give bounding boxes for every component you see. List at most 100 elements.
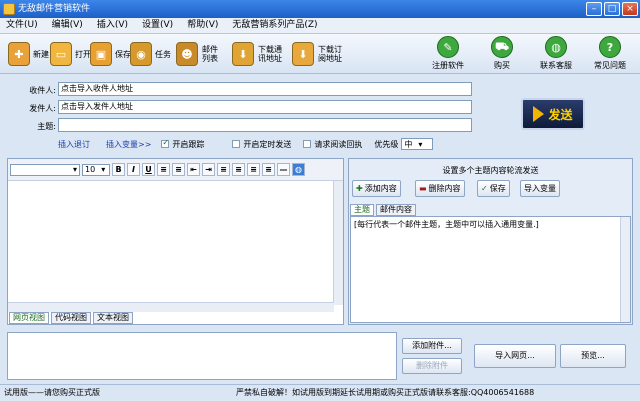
recipient-label: 收件人: (29, 86, 56, 95)
delete-attachment-button[interactable]: 删除附件 (402, 358, 462, 374)
options-row: 插入退订 插入变量>> 开启跟踪 开启定时发送 请求阅读回执 优先级 中 ▾ (58, 138, 434, 150)
tracking-checkbox[interactable] (161, 138, 170, 148)
delete-content-button[interactable]: ▬ 删除内容 (415, 180, 465, 197)
read-receipt-checkbox[interactable] (303, 140, 312, 148)
toolbar: ✚ 新建 ▭ 打开 ▣ 保存 ◉ 任务 ☻ 邮件列表 ⬇ 下载通讯地址 ⬇ 下载… (0, 34, 640, 74)
app-icon (3, 3, 15, 15)
tab-web-view[interactable]: 网页视图 (9, 312, 49, 324)
subject-field[interactable] (58, 118, 472, 132)
toolbar-label: 下载通讯地址 (258, 45, 282, 63)
toolbar-contact-button[interactable]: ◍ 联系客服 (528, 36, 584, 71)
tab-text-view[interactable]: 文本视图 (93, 312, 133, 324)
window-title: 无敌邮件营销软件 (18, 4, 91, 14)
justify-icon[interactable]: ≡ (262, 163, 275, 176)
editor-vertical-scrollbar[interactable] (333, 181, 343, 305)
add-attachment-button[interactable]: 添加附件... (402, 338, 462, 354)
minimize-button[interactable]: – (586, 2, 602, 16)
recipient-field[interactable]: 点击导入收件人地址 (58, 82, 472, 96)
toolbar-save-button[interactable]: ▣ 保存 (90, 38, 132, 70)
send-label: 发送 (548, 107, 573, 122)
font-size-value: 10 (85, 165, 96, 174)
insert-unsubscribe-link[interactable]: 插入退订 (58, 139, 90, 150)
tab-mail-content[interactable]: 邮件内容 (376, 204, 416, 216)
toolbar-new-button[interactable]: ✚ 新建 (8, 38, 50, 70)
priority-select[interactable]: 中 ▾ (401, 138, 434, 150)
timed-send-label: 开启定时发送 (243, 139, 292, 149)
globe-icon: ◍ (545, 36, 567, 58)
toolbar-label: 任务 (155, 49, 171, 59)
font-size-select[interactable]: 10 ▾ (82, 163, 110, 176)
tab-code-view[interactable]: 代码视图 (51, 312, 91, 324)
editor-horizontal-scrollbar[interactable] (8, 302, 334, 312)
toolbar-register-button[interactable]: ✎ 注册软件 (420, 36, 476, 71)
italic-icon[interactable]: I (127, 163, 140, 176)
html-editor: ▾ 10 ▾ B I U ≡ ≡ ⇤ ⇥ ≡ ≡ ≡ ≡ — ◍ 网页视图 代码视… (7, 158, 344, 325)
preview-button[interactable]: 预览... (560, 344, 626, 368)
status-license-text: 严禁私自破解！如试用版到期延长试用期或购买正式版请联系客服:QQ40065416… (236, 388, 535, 397)
ordered-list-icon[interactable]: ≡ (157, 163, 170, 176)
bold-icon[interactable]: B (112, 163, 125, 176)
sender-field[interactable]: 点击导入发件人地址 (58, 100, 472, 114)
save-icon: ▣ (90, 42, 112, 66)
editor-toolbar: ▾ 10 ▾ B I U ≡ ≡ ⇤ ⇥ ≡ ≡ ≡ ≡ — ◍ (8, 159, 343, 181)
toolbar-label: 注册软件 (432, 61, 464, 70)
menu-insert[interactable]: 插入(V) (97, 18, 128, 33)
panel-title: 设置多个主题内容轮流发送 (442, 166, 539, 175)
priority-value: 中 (404, 139, 413, 149)
toolbar-mail-list-button[interactable]: ☻ 邮件列表 (176, 38, 220, 70)
toolbar-faq-button[interactable]: ? 常见问题 (582, 36, 638, 71)
send-button[interactable]: 发送 (521, 98, 585, 130)
save-content-button[interactable]: ✓ 保存 (477, 180, 510, 197)
align-center-icon[interactable]: ≡ (232, 163, 245, 176)
timed-send-checkbox[interactable] (232, 140, 241, 148)
align-right-icon[interactable]: ≡ (247, 163, 260, 176)
add-content-label: 添加内容 (364, 184, 397, 193)
toolbar-task-button[interactable]: ◉ 任务 (130, 38, 172, 70)
toolbar-download-address-button[interactable]: ⬇ 下载通讯地址 (232, 38, 284, 70)
contacts-icon: ☻ (176, 42, 198, 66)
status-bar: 试用版——请您购买正式版 严禁私自破解！如试用版到期延长试用期或购买正式版请联系… (0, 384, 640, 401)
import-webpage-button[interactable]: 导入网页... (474, 344, 556, 368)
web-icon[interactable]: ◍ (292, 163, 305, 176)
toolbar-label: 购买 (494, 61, 510, 70)
folder-icon: ▭ (50, 42, 72, 66)
subject-label: 主题: (37, 122, 56, 131)
chevron-down-icon: ▾ (101, 165, 106, 174)
import-variable-button[interactable]: 导入变量 (520, 180, 560, 197)
font-family-select[interactable]: ▾ (10, 163, 80, 176)
close-button[interactable]: × (622, 2, 638, 16)
align-left-icon[interactable]: ≡ (217, 163, 230, 176)
toolbar-label: 下载订阅地址 (318, 45, 342, 63)
delete-content-label: 删除内容 (428, 184, 461, 193)
chevron-down-icon: ▾ (72, 165, 77, 174)
download-icon: ⬇ (232, 42, 254, 66)
tab-subject[interactable]: 主题 (350, 204, 374, 216)
menu-help[interactable]: 帮助(V) (187, 18, 218, 33)
menu-settings[interactable]: 设置(V) (142, 18, 173, 33)
toolbar-label: 邮件列表 (202, 45, 218, 63)
menu-products[interactable]: 无敌营销系列产品(Z) (232, 18, 317, 33)
subject-textarea[interactable]: [每行代表一个邮件主题，主题中可以插入通用变量.] (350, 216, 631, 323)
indent-icon[interactable]: ⇥ (202, 163, 215, 176)
insert-variable-link[interactable]: 插入变量>> (106, 139, 151, 150)
subject-hint-text: [每行代表一个邮件主题，主题中可以插入通用变量.] (354, 220, 539, 229)
unordered-list-icon[interactable]: ≡ (172, 163, 185, 176)
attachment-list[interactable] (7, 332, 397, 380)
toolbar-open-button[interactable]: ▭ 打开 (50, 38, 92, 70)
underline-icon[interactable]: U (142, 163, 155, 176)
menu-file[interactable]: 文件(U) (6, 18, 38, 33)
save-content-label: 保存 (489, 184, 506, 193)
subject-rotation-panel: 设置多个主题内容轮流发送 ✚ 添加内容 ▬ 删除内容 ✓ 保存 导入变量 主题 … (348, 158, 633, 325)
toolbar-buy-button[interactable]: ⛟ 购买 (474, 36, 530, 71)
horizontal-rule-icon[interactable]: — (277, 163, 290, 176)
maximize-button[interactable]: □ (604, 2, 620, 16)
import-variable-label: 导入变量 (524, 184, 556, 193)
add-content-button[interactable]: ✚ 添加内容 (352, 180, 401, 197)
chevron-down-icon: ▾ (418, 139, 423, 149)
subject-vertical-scrollbar[interactable] (620, 217, 630, 322)
check-icon: ✓ (481, 184, 488, 193)
toolbar-download-subscribe-button[interactable]: ⬇ 下载订阅地址 (292, 38, 344, 70)
menu-edit[interactable]: 编辑(V) (52, 18, 83, 33)
toolbar-label: 常见问题 (594, 61, 626, 70)
outdent-icon[interactable]: ⇤ (187, 163, 200, 176)
